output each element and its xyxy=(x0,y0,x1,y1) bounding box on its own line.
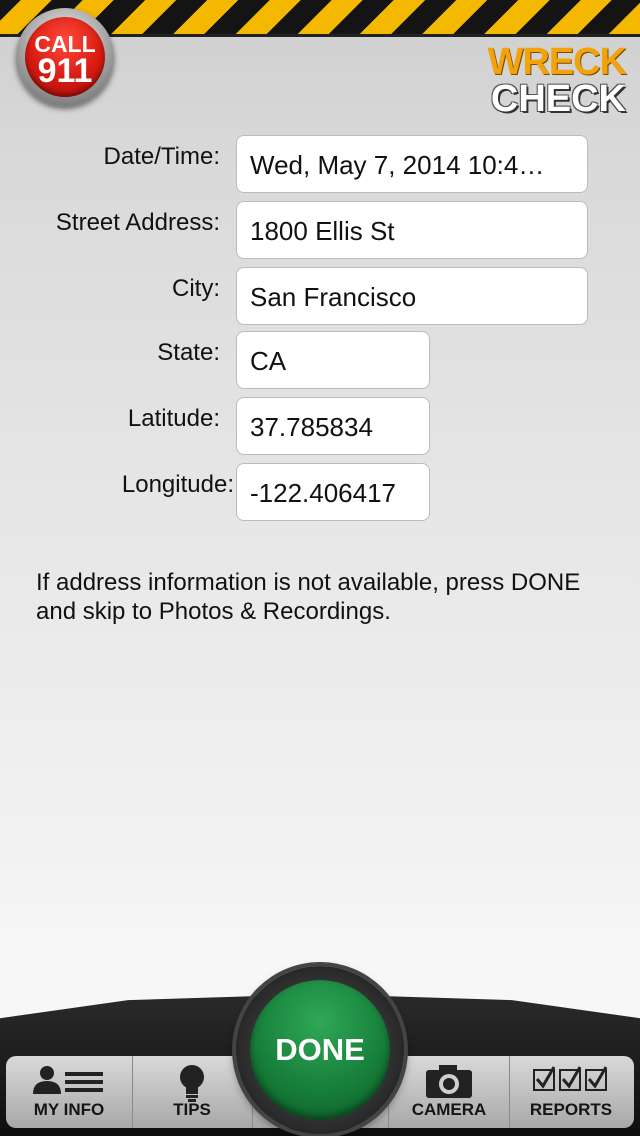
street-address-row: Street Address: 1800 Ellis St xyxy=(0,201,640,259)
tab-camera[interactable]: CAMERA xyxy=(388,1056,510,1128)
longitude-label: Longitude: xyxy=(121,471,234,498)
address-info-text: If address information is not available,… xyxy=(36,569,581,625)
city-label: City: xyxy=(172,275,220,302)
tab-tips-label: TIPS xyxy=(173,1100,211,1119)
tab-reports[interactable]: REPORTS xyxy=(508,1056,634,1128)
city-field[interactable]: San Francisco xyxy=(236,267,588,325)
call-911-face[interactable]: CALL 911 xyxy=(25,17,105,97)
tab-my-info[interactable]: MY INFO xyxy=(6,1056,133,1128)
wreck-check-logo: WRECK CHECK xyxy=(484,41,627,120)
date-time-field[interactable]: Wed, May 7, 2014 10:4… xyxy=(236,135,588,193)
call-number: 911 xyxy=(37,52,93,90)
tab-my-info-label: MY INFO xyxy=(33,1100,105,1119)
done-button[interactable]: DONE xyxy=(250,980,390,1120)
logo-line-1: WRECK xyxy=(487,41,627,83)
city-row: City: San Francisco xyxy=(0,267,640,325)
call-911-button[interactable]: CALL 911 xyxy=(16,8,114,106)
person-list-icon xyxy=(31,1064,107,1101)
date-time-label: Date/Time: xyxy=(103,143,220,170)
state-field[interactable]: CA xyxy=(236,331,430,389)
longitude-field[interactable]: -122.406417 xyxy=(236,463,430,521)
tab-tips[interactable]: TIPS xyxy=(132,1056,253,1128)
latitude-label: Latitude: xyxy=(127,405,220,432)
latitude-field[interactable]: 37.785834 xyxy=(236,397,430,455)
done-button-ring: DONE xyxy=(236,966,404,1134)
state-row: State: CA xyxy=(0,331,640,389)
checklist-icon xyxy=(532,1064,610,1099)
longitude-row: Longitude: -122.406417 xyxy=(0,463,640,521)
tab-camera-label: CAMERA xyxy=(411,1100,487,1119)
tab-reports-label: REPORTS xyxy=(529,1100,613,1119)
logo-line-2: CHECK xyxy=(490,78,626,120)
state-label: State: xyxy=(157,339,220,366)
street-address-label: Street Address: xyxy=(55,209,220,236)
latitude-row: Latitude: 37.785834 xyxy=(0,397,640,455)
camera-icon xyxy=(424,1064,474,1105)
date-time-row: Date/Time: Wed, May 7, 2014 10:4… xyxy=(0,135,640,193)
street-address-field[interactable]: 1800 Ellis St xyxy=(236,201,588,259)
